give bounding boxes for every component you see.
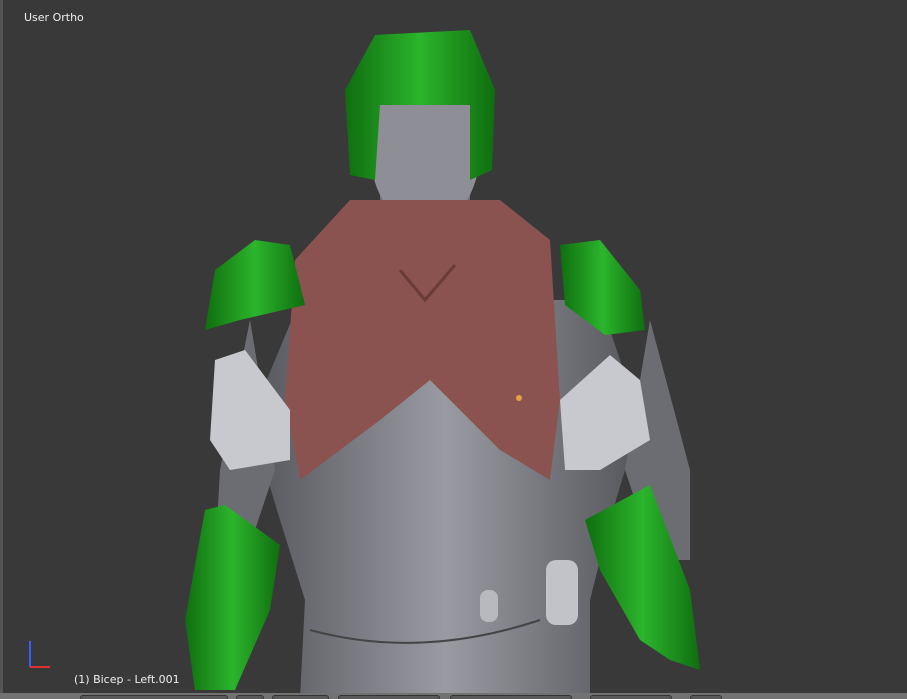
layer-buttons[interactable] (450, 695, 572, 699)
pivot-button[interactable] (272, 695, 329, 699)
view-label: User Ortho (24, 11, 84, 24)
bracer-right (185, 505, 280, 690)
shading-button[interactable] (236, 695, 264, 699)
render-button[interactable] (690, 695, 722, 699)
active-object-label: (1) Bicep - Left.001 (74, 673, 180, 686)
viewport-header[interactable] (0, 693, 907, 699)
snap-buttons[interactable] (590, 695, 672, 699)
mode-dropdown[interactable] (80, 695, 228, 699)
manipulator-buttons[interactable] (338, 695, 440, 699)
axis-gizmo (29, 641, 50, 668)
scene-render (29, 30, 700, 699)
shoulder-pad-right (205, 240, 305, 330)
3d-viewport[interactable]: User Ortho (1) Bicep - Left.001 (0, 0, 907, 699)
